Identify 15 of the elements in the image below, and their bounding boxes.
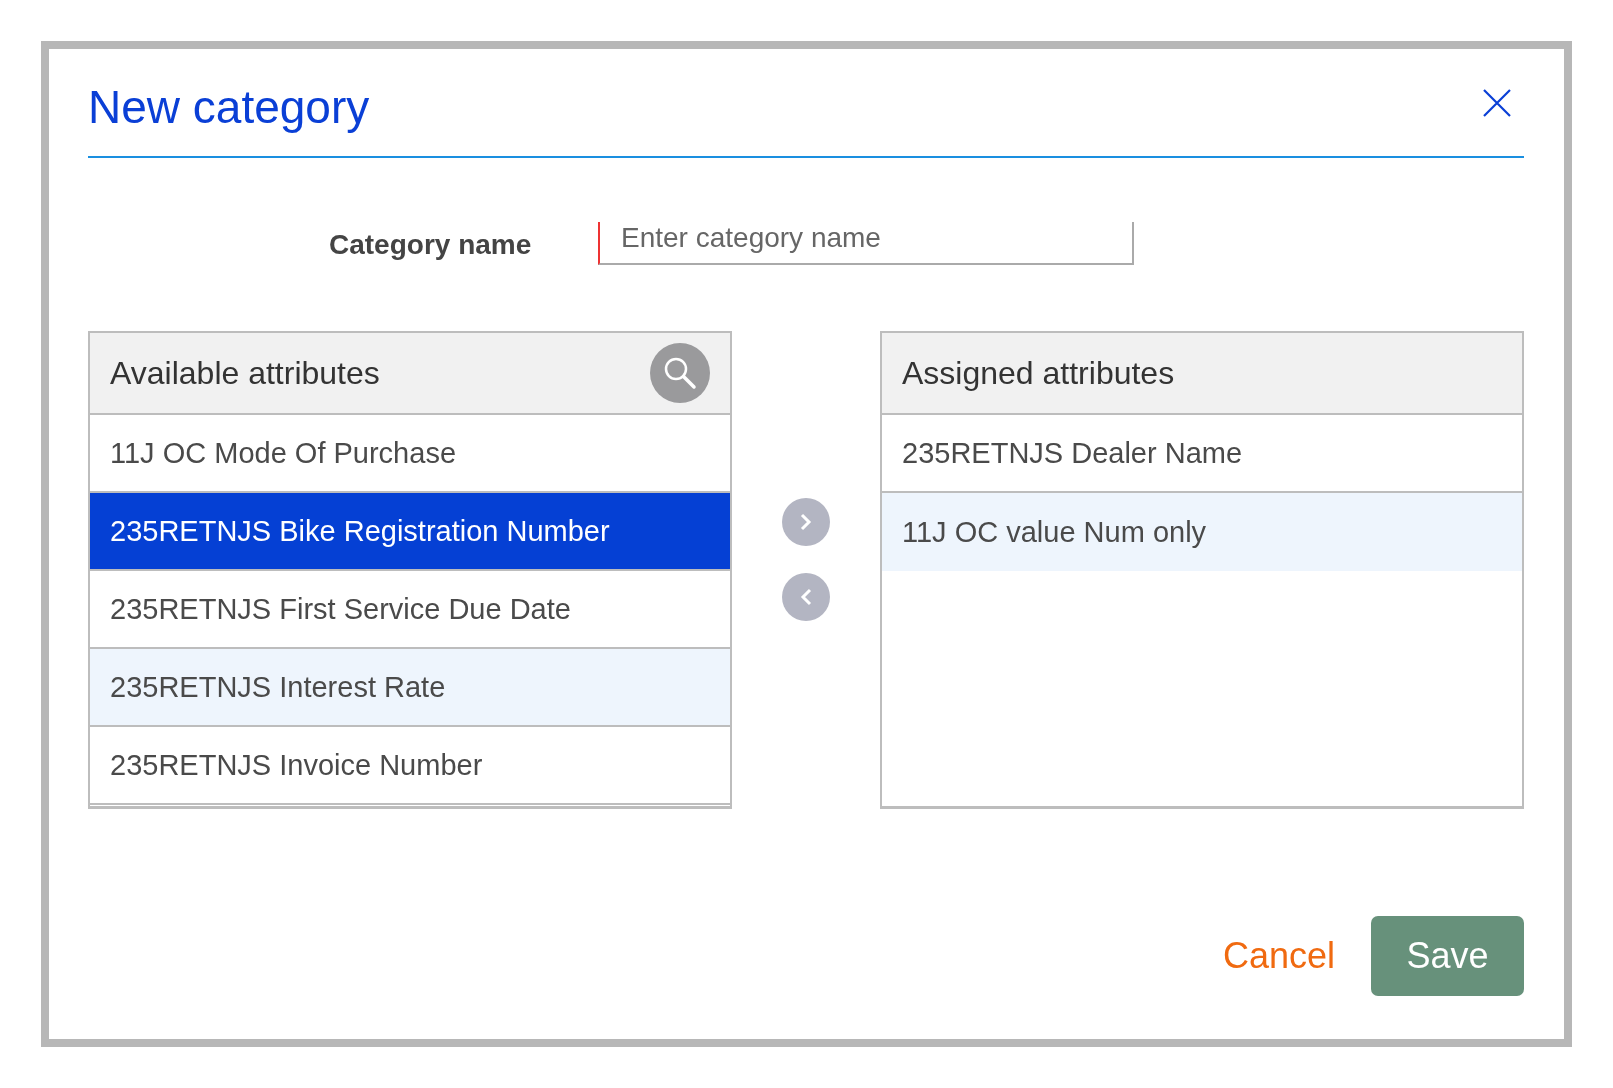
attribute-list-item[interactable]: 11J OC value Num only — [882, 493, 1522, 571]
search-icon[interactable] — [650, 343, 710, 403]
move-right-button[interactable] — [782, 498, 830, 546]
move-left-button[interactable] — [782, 573, 830, 621]
dialog-title: New category — [88, 79, 370, 134]
chevron-right-icon — [798, 512, 814, 532]
field-label: Category name — [329, 229, 533, 262]
close-icon[interactable] — [1482, 87, 1512, 118]
panel-title: Available attributes — [110, 354, 380, 392]
panel-title: Assigned attributes — [902, 354, 1175, 392]
attribute-list-item[interactable]: 235RETNJS Interest Rate — [90, 649, 730, 727]
category-name-field[interactable]: Enter category name — [598, 222, 1134, 265]
chevron-left-icon — [798, 587, 814, 607]
attribute-list-item[interactable]: 235RETNJS Bike Registration Number — [90, 493, 730, 571]
save-button[interactable]: Save — [1371, 916, 1524, 996]
